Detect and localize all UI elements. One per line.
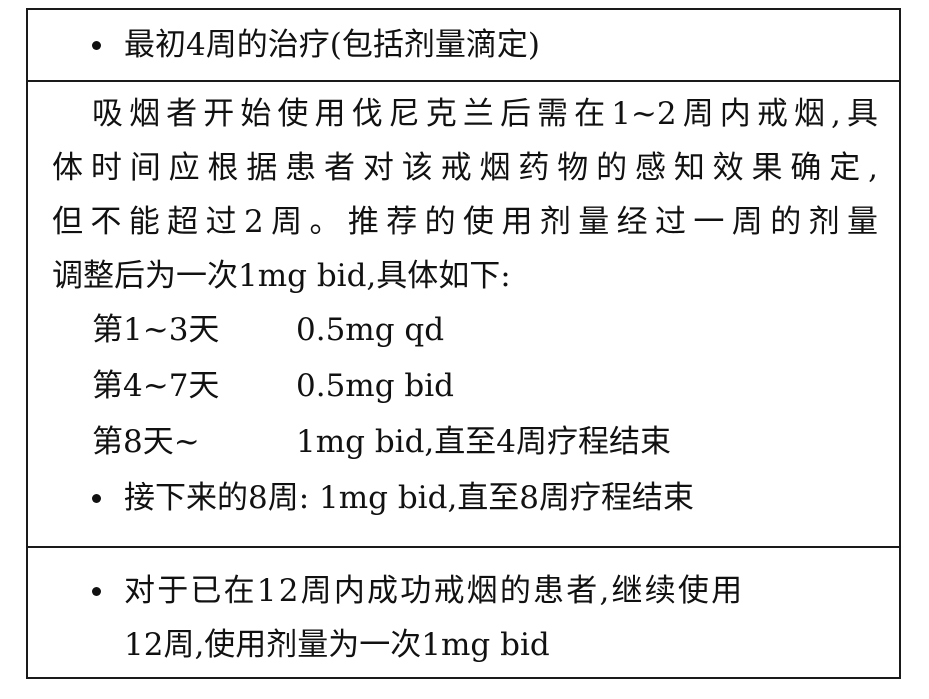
regimen-table: 最初4周的治疗(包括剂量滴定) 吸烟者开始使用伐尼克兰后需在1~2周内戒烟,具 … — [26, 8, 901, 679]
dose-day: 第8天~ — [92, 424, 200, 460]
section-titration-details: 吸烟者开始使用伐尼克兰后需在1~2周内戒烟,具 体时间应根据患者对该戒烟药物的感… — [28, 82, 899, 548]
dose-value: 0.5mg bid — [296, 368, 454, 404]
paragraph-line: 调整后为一次1mg bid,具体如下: — [52, 258, 511, 294]
paragraph-line: 体时间应根据患者对该戒烟药物的感知效果确定, — [52, 150, 878, 186]
maintenance-bullet: 接下来的8周: 1mg bid,直至8周疗程结束 — [124, 480, 695, 516]
continuation-line: 12周,使用剂量为一次1mg bid — [124, 627, 550, 663]
section-continuation: 对于已在12周内成功戒烟的患者,继续使用 12周,使用剂量为一次1mg bid — [28, 548, 899, 677]
section-heading: 最初4周的治疗(包括剂量滴定) — [124, 27, 540, 63]
section-initial-4-weeks: 最初4周的治疗(包括剂量滴定) — [28, 10, 899, 82]
bullet-dot — [92, 587, 101, 596]
bullet-dot — [92, 41, 101, 50]
paragraph-line: 吸烟者开始使用伐尼克兰后需在1~2周内戒烟,具 — [92, 96, 878, 132]
dose-value: 1mg bid,直至4周疗程结束 — [296, 424, 671, 460]
dose-day: 第1~3天 — [92, 312, 220, 348]
paragraph-line: 但不能超过2周。推荐的使用剂量经过一周的剂量 — [52, 204, 878, 240]
dose-day: 第4~7天 — [92, 368, 220, 404]
bullet-dot — [92, 494, 101, 503]
continuation-line: 对于已在12周内成功戒烟的患者,继续使用 — [124, 573, 745, 609]
dose-value: 0.5mg qd — [296, 312, 445, 348]
